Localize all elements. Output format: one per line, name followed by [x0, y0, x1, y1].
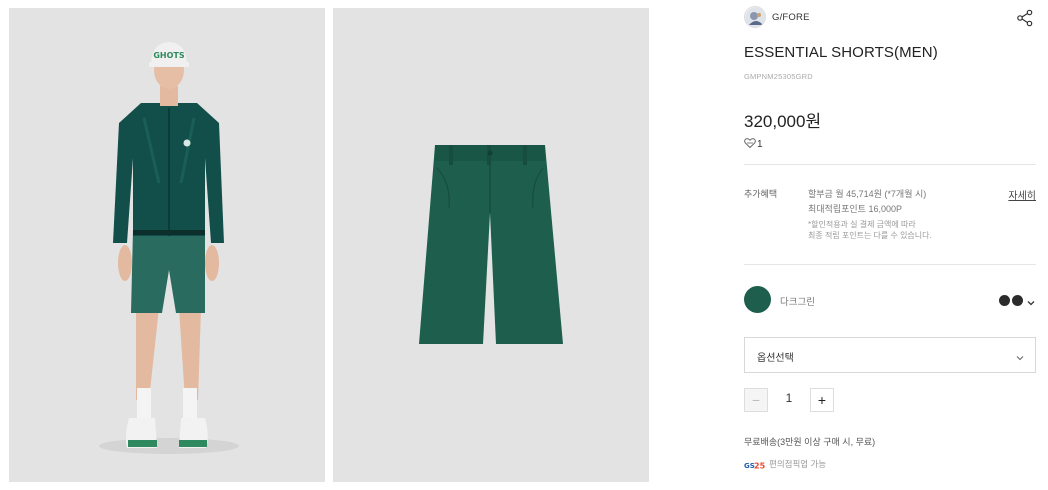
option-select[interactable]: 옵션선택 — [744, 337, 1036, 373]
divider — [744, 164, 1036, 165]
benefit-note-line2: 최종 적립 포인트는 다를 수 있습니다. — [808, 231, 932, 240]
benefit-label: 추가혜택 — [744, 189, 778, 199]
product-info-panel: G/FORE ESSENTIAL SHORTS(MEN) GMPNM25305G… — [744, 0, 1036, 490]
color-swatch[interactable] — [744, 286, 771, 313]
benefit-note-line1: *할인적용과 실 결제 금액에 따라 — [808, 220, 916, 229]
product-code: GMPNM25305GRD — [744, 72, 813, 81]
product-gallery: GHOTS — [0, 0, 660, 490]
chevron-down-icon — [1015, 350, 1025, 361]
benefit-details: 할부금 월 45,714원 (*7개월 시) 최대적립포인트 16,000P — [808, 187, 926, 217]
quantity-decrease-button[interactable]: − — [744, 388, 768, 412]
brand-logo-icon[interactable] — [744, 6, 766, 28]
benefit-note: *할인적용과 실 결제 금액에 따라 최종 적립 포인트는 다를 수 있습니다. — [808, 219, 932, 241]
share-icon[interactable] — [1016, 9, 1034, 27]
shipping-info: 무료배송(3만원 이상 구매 시, 무료) — [744, 437, 876, 447]
product-price: 320,000원 — [744, 112, 822, 131]
option-select-label: 옵션선택 — [757, 353, 794, 364]
svg-text:GHOTS: GHOTS — [153, 51, 185, 60]
like-count-value: 1 — [757, 139, 763, 150]
heart-icon[interactable] — [744, 138, 756, 149]
quantity-increase-button[interactable]: + — [810, 388, 834, 412]
benefit-detail-link[interactable]: 자세히 — [1008, 187, 1036, 202]
like-count[interactable]: 1 — [744, 138, 763, 150]
color-dot[interactable] — [1012, 294, 1023, 306]
points-text: 최대적립포인트 16,000P — [808, 204, 902, 214]
brand-name[interactable]: G/FORE — [772, 12, 810, 23]
color-options-toggle[interactable] — [999, 294, 1036, 306]
divider — [744, 264, 1036, 265]
model-photo[interactable]: GHOTS — [9, 8, 325, 482]
quantity-stepper: − 1 + — [744, 388, 864, 412]
chevron-down-icon[interactable] — [1026, 295, 1036, 306]
gs25-logo-icon: GS 25 — [744, 457, 766, 471]
color-name: 다크그린 — [780, 297, 815, 308]
flat-lay-photo[interactable] — [333, 8, 649, 482]
quantity-value: 1 — [785, 391, 793, 405]
svg-text:25: 25 — [754, 462, 766, 471]
color-row: 다크그린 — [744, 286, 1036, 314]
product-title: ESSENTIAL SHORTS(MEN) — [744, 44, 938, 61]
color-dot[interactable] — [999, 294, 1010, 306]
convenience-pickup-text: 편의점픽업 가능 — [769, 459, 827, 469]
brand-row: G/FORE — [744, 6, 1036, 30]
installment-text: 할부금 월 45,714원 (*7개월 시) — [808, 189, 927, 199]
